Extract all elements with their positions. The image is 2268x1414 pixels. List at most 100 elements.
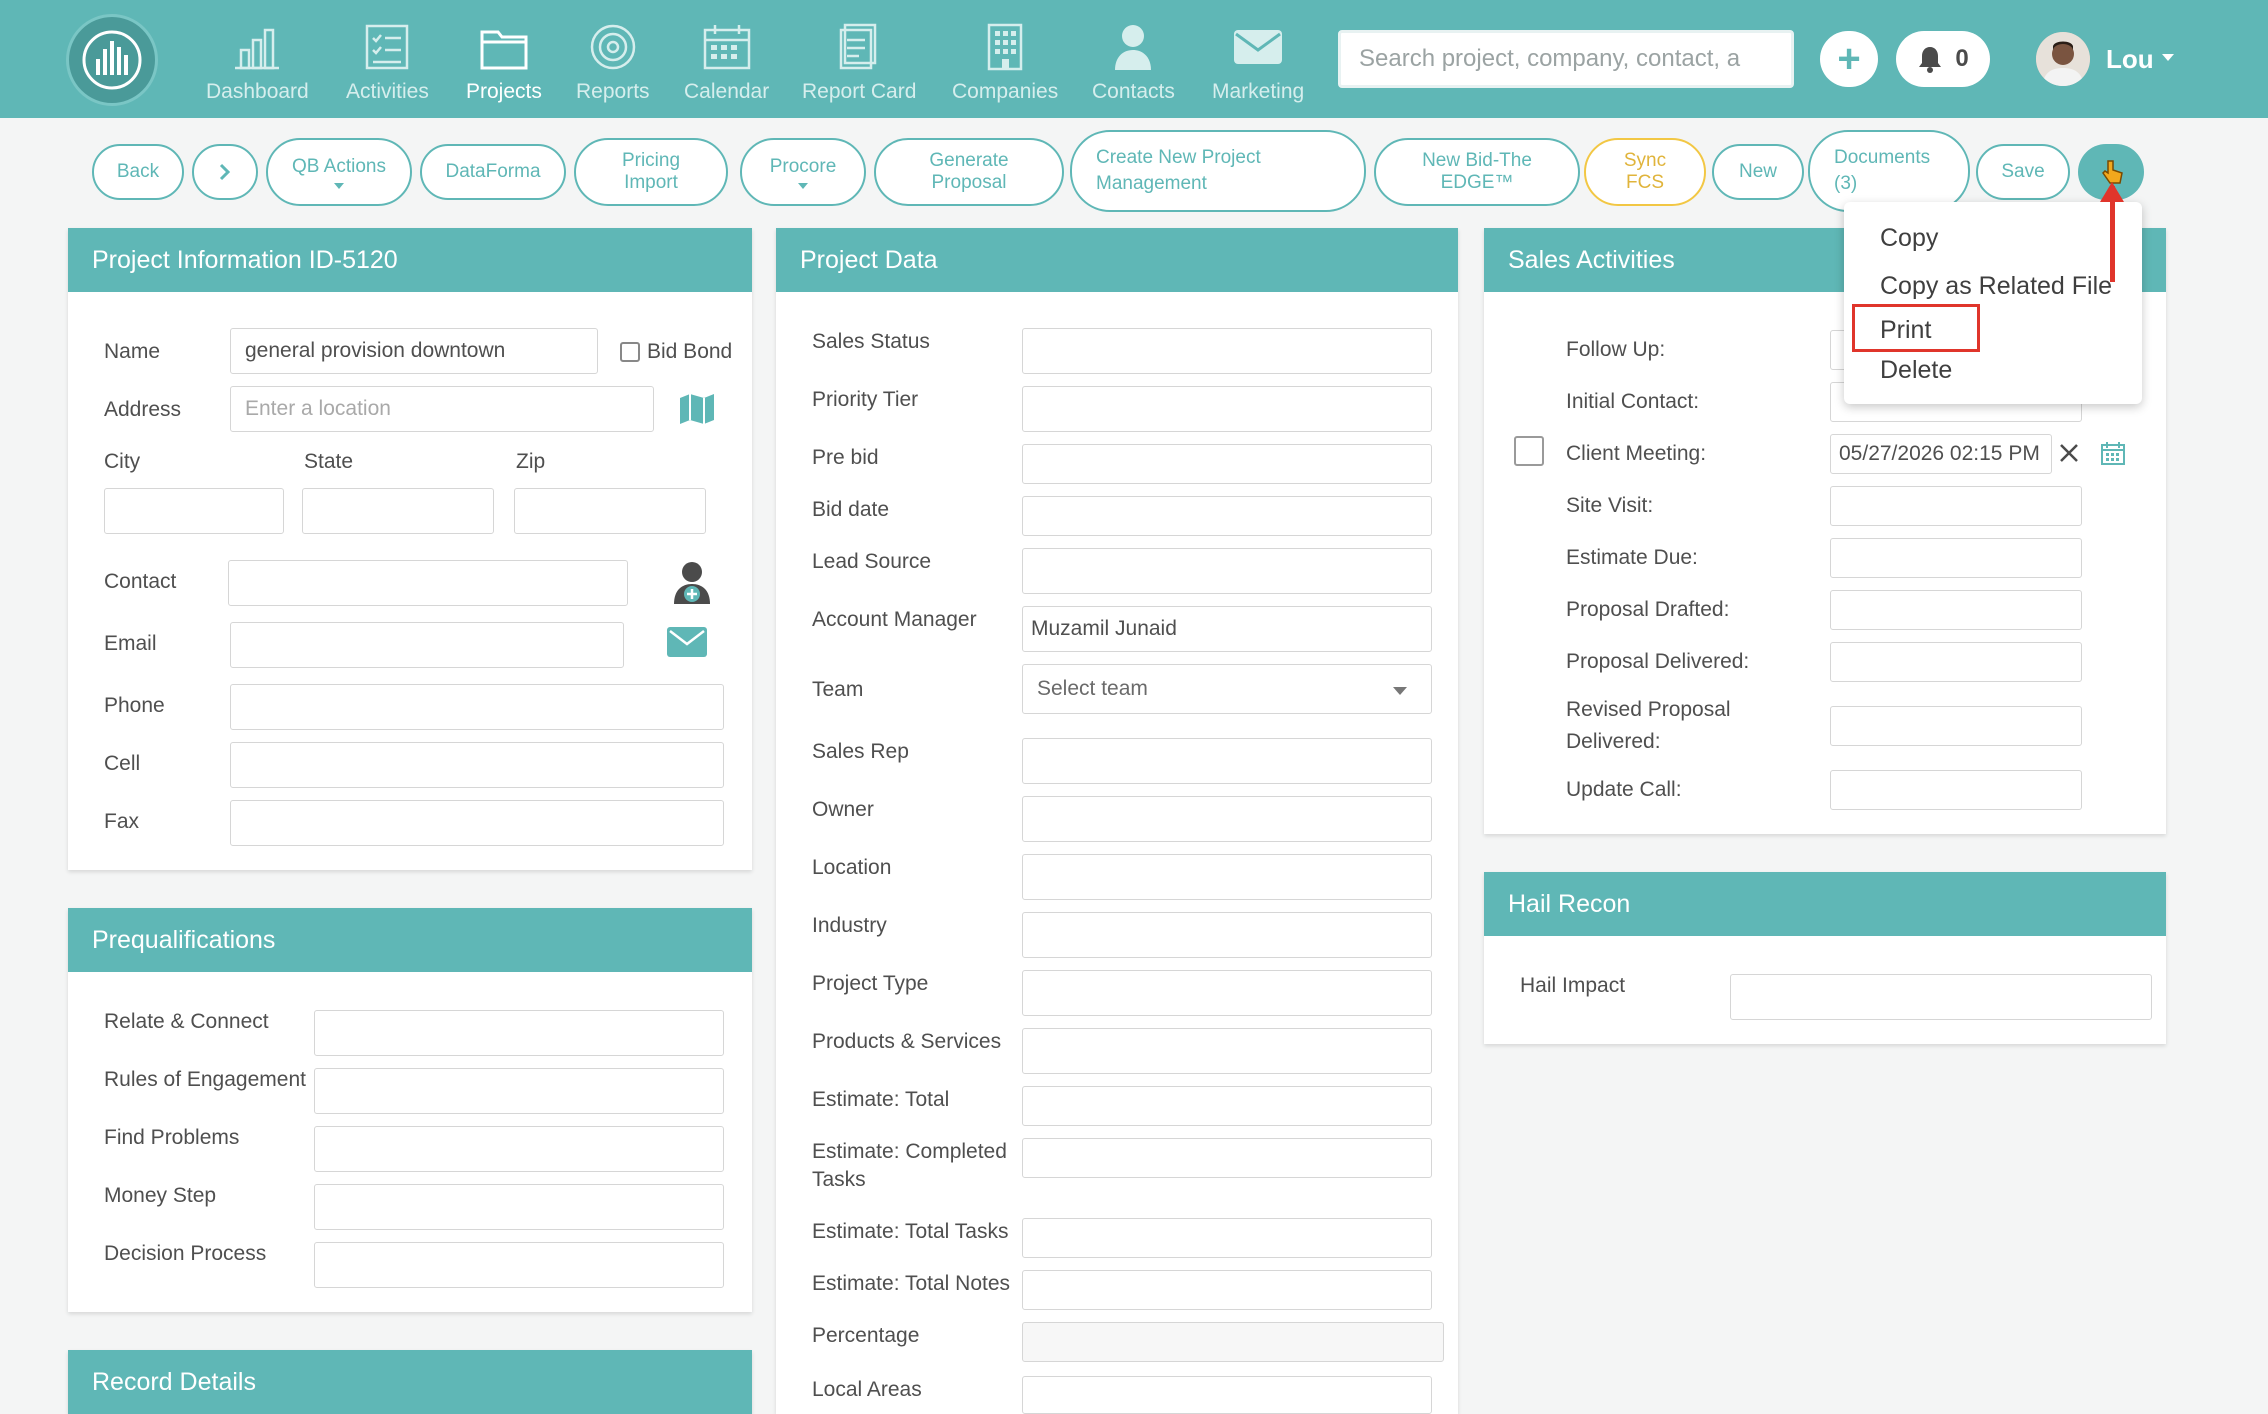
phone-input[interactable] (230, 684, 724, 730)
address-input[interactable]: Enter a location (230, 386, 654, 432)
documents-button[interactable]: Documents (3) (1808, 130, 1970, 212)
estimate-total-input[interactable] (1022, 1086, 1432, 1126)
site-visit-input[interactable] (1830, 486, 2082, 526)
new-button[interactable]: New (1712, 144, 1804, 200)
send-email-icon[interactable] (666, 626, 708, 658)
client-meeting-input[interactable]: 05/27/2026 02:15 PM (1830, 434, 2052, 474)
estimate-due-input[interactable] (1830, 538, 2082, 578)
forward-button[interactable] (192, 144, 258, 200)
city-input[interactable] (104, 488, 284, 534)
nav-reports[interactable]: Reports (576, 22, 650, 106)
rules-engagement-input[interactable] (314, 1068, 724, 1114)
contact-input[interactable] (228, 560, 628, 606)
panel-title: Record Details (68, 1350, 752, 1414)
relate-connect-input[interactable] (314, 1010, 724, 1056)
estimate-total-notes-input[interactable] (1022, 1270, 1432, 1310)
update-call-input[interactable] (1830, 770, 2082, 810)
dataforma-button[interactable]: DataForma (420, 144, 566, 200)
proposal-delivered-input[interactable] (1830, 642, 2082, 682)
client-meeting-checkbox[interactable] (1514, 436, 1544, 466)
fax-input[interactable] (230, 800, 724, 846)
team-label: Team (812, 678, 864, 701)
record-details-panel: Record Details (68, 1350, 752, 1414)
priority-tier-input[interactable] (1022, 386, 1432, 432)
notifications-button[interactable]: 0 (1896, 31, 1990, 87)
pricing-import-button[interactable]: Pricing Import (574, 138, 728, 206)
account-manager-input[interactable]: Muzamil Junaid (1022, 606, 1432, 652)
quick-add-button[interactable]: + (1820, 31, 1878, 87)
chevron-down-icon (1393, 687, 1407, 695)
clear-icon[interactable] (2058, 442, 2080, 464)
nav-dashboard[interactable]: Dashboard (206, 22, 309, 106)
nav-marketing[interactable]: Marketing (1212, 22, 1304, 106)
bid-bond-label: Bid Bond (647, 340, 733, 363)
lead-source-input[interactable] (1022, 548, 1432, 594)
team-select[interactable]: Select team (1022, 664, 1432, 714)
sales-rep-input[interactable] (1022, 738, 1432, 784)
calendar-icon[interactable] (2100, 440, 2126, 466)
nav-activities[interactable]: Activities (346, 22, 429, 106)
bid-bond-checkbox[interactable] (620, 342, 640, 362)
procore-button[interactable]: Procore (740, 138, 866, 206)
address-label: Address (104, 398, 182, 421)
prequalifications-panel: Prequalifications Relate & Connect Rules… (68, 908, 752, 1312)
global-search-input[interactable]: Search project, company, contact, a (1338, 30, 1794, 88)
site-visit-label: Site Visit: (1566, 494, 1654, 517)
pre-bid-input[interactable] (1022, 444, 1432, 484)
panel-title: Hail Recon (1484, 872, 2166, 936)
nav-companies[interactable]: Companies (952, 22, 1058, 106)
decision-process-label: Decision Process (104, 1242, 267, 1265)
sync-fcs-button[interactable]: Sync FCS (1584, 138, 1706, 206)
decision-process-input[interactable] (314, 1242, 724, 1288)
nav-label: Companies (952, 80, 1059, 103)
map-icon[interactable] (678, 392, 716, 426)
revised-proposal-input[interactable] (1830, 706, 2082, 746)
new-bid-edge-button[interactable]: New Bid-The EDGE™ (1374, 138, 1580, 206)
nav-report-card[interactable]: Report Card (802, 22, 916, 106)
qb-actions-label: QB Actions (292, 155, 386, 177)
industry-input[interactable] (1022, 912, 1432, 958)
find-problems-input[interactable] (314, 1126, 724, 1172)
cell-input[interactable] (230, 742, 724, 788)
nav-calendar[interactable]: Calendar (684, 22, 769, 106)
bid-date-input[interactable] (1022, 496, 1432, 536)
create-project-management-button[interactable]: Create New Project Management (1070, 130, 1366, 212)
menu-item-copy[interactable]: Copy (1880, 224, 1938, 253)
products-services-input[interactable] (1022, 1028, 1432, 1074)
sales-status-input[interactable] (1022, 328, 1432, 374)
email-input[interactable] (230, 622, 624, 668)
back-button[interactable]: Back (92, 144, 184, 200)
contact-label: Contact (104, 570, 177, 593)
menu-item-delete[interactable]: Delete (1880, 356, 1952, 385)
user-name[interactable]: Lou (2106, 44, 2154, 75)
app-logo[interactable] (66, 14, 158, 106)
follow-up-label: Follow Up: (1566, 338, 1666, 361)
percentage-input[interactable] (1022, 1322, 1444, 1362)
user-avatar[interactable] (2036, 32, 2090, 86)
fax-label: Fax (104, 810, 140, 833)
estimate-total-tasks-input[interactable] (1022, 1218, 1432, 1258)
qb-actions-button[interactable]: QB Actions (266, 138, 412, 206)
project-type-input[interactable] (1022, 970, 1432, 1016)
add-contact-icon[interactable] (672, 560, 712, 606)
state-input[interactable] (302, 488, 494, 534)
zip-input[interactable] (514, 488, 706, 534)
find-problems-label: Find Problems (104, 1126, 240, 1149)
hail-impact-input[interactable] (1730, 974, 2152, 1020)
proposal-drafted-input[interactable] (1830, 590, 2082, 630)
project-name-input[interactable]: general provision downtown (230, 328, 598, 374)
money-step-label: Money Step (104, 1184, 217, 1207)
money-step-input[interactable] (314, 1184, 724, 1230)
nav-contacts[interactable]: Contacts (1092, 22, 1175, 106)
location-input[interactable] (1022, 854, 1432, 900)
generate-proposal-button[interactable]: Generate Proposal (874, 138, 1064, 206)
project-information-panel: Project Information ID-5120 Name general… (68, 228, 752, 870)
save-button[interactable]: Save (1976, 144, 2070, 200)
notification-count: 0 (1955, 45, 1969, 72)
estimate-completed-input[interactable] (1022, 1138, 1432, 1178)
chevron-down-icon[interactable] (2162, 54, 2174, 61)
owner-input[interactable] (1022, 796, 1432, 842)
local-areas-input[interactable] (1022, 1376, 1432, 1414)
menu-item-copy-related[interactable]: Copy as Related File (1880, 272, 2112, 301)
nav-projects[interactable]: Projects (466, 22, 542, 106)
